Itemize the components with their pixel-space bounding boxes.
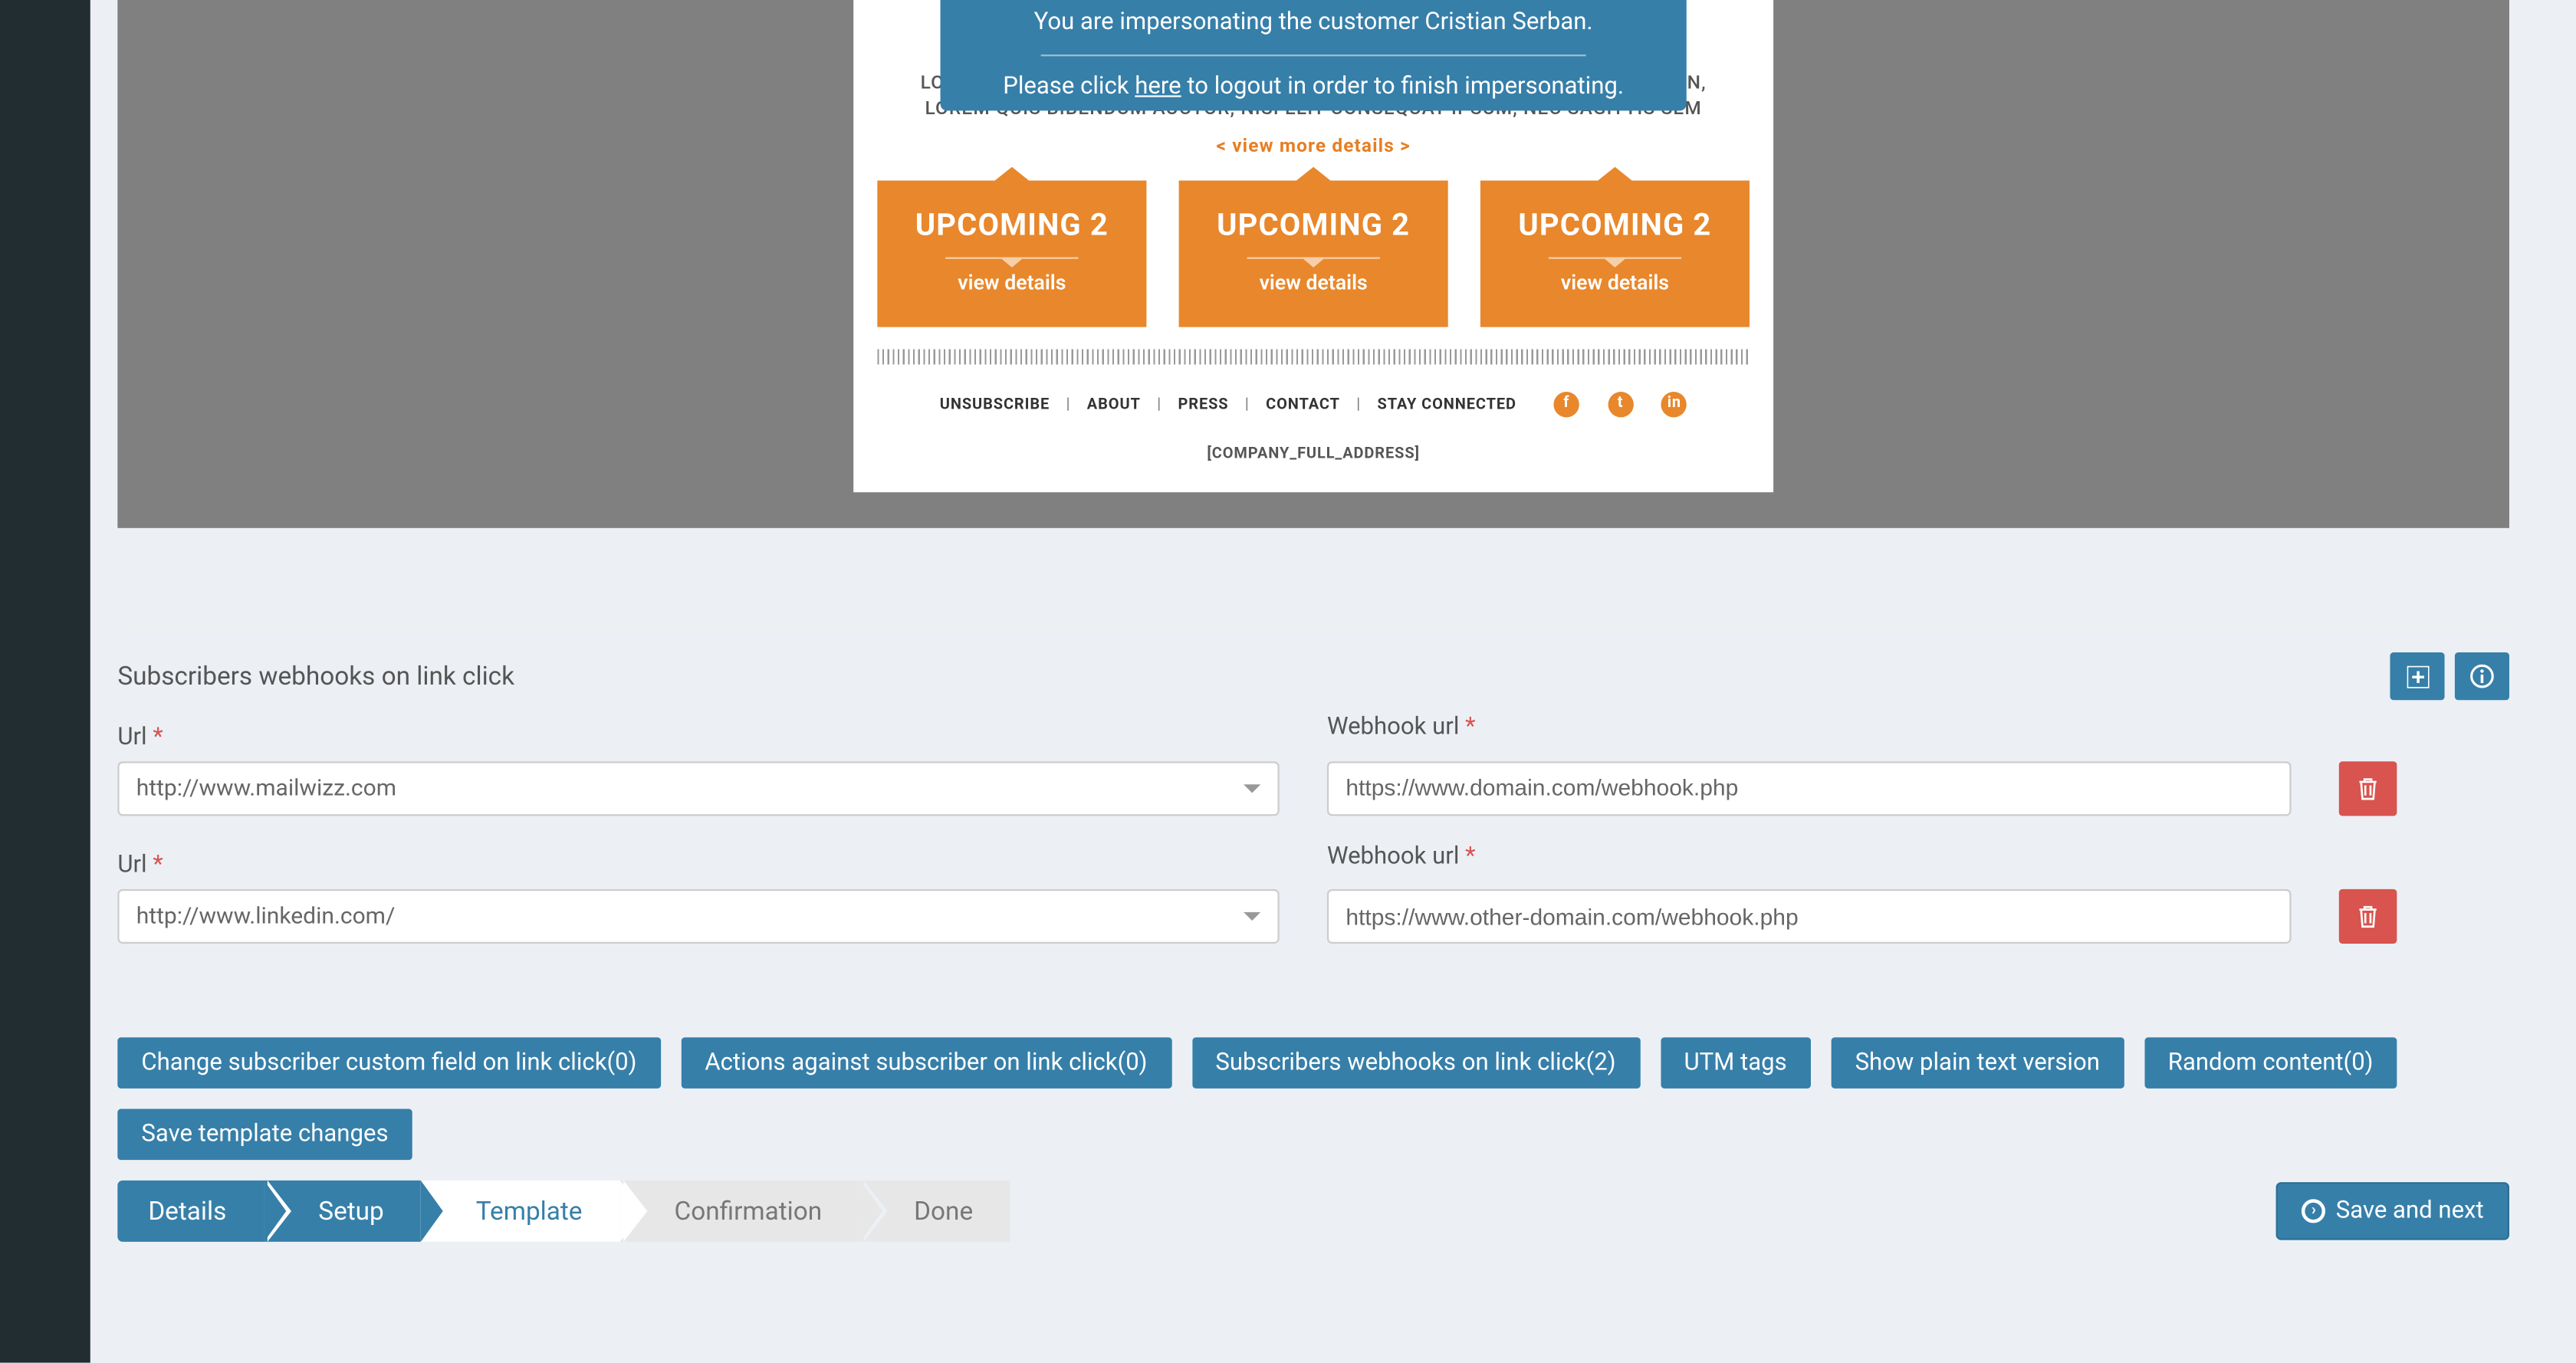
wizard-step-confirmation[interactable]: Confirmation <box>619 1181 859 1242</box>
arrow-right-icon: › <box>2302 1199 2325 1223</box>
impersonation-line2-prefix: Please click <box>1003 73 1135 100</box>
show-plain-text-button[interactable]: Show plain text version <box>1831 1037 2124 1089</box>
section-header: Subscribers webhooks on link click <box>117 652 2509 700</box>
view-more-details[interactable]: < view more details > <box>888 133 1740 159</box>
utm-tags-button[interactable]: UTM tags <box>1660 1037 1810 1089</box>
webhook-row: Url * http://www.mailwizz.com Webhook ur… <box>117 714 2509 815</box>
upcoming-card[interactable]: UPCOMING 2 view details <box>1480 181 1750 327</box>
random-content-button[interactable]: Random content(0) <box>2144 1037 2397 1089</box>
upcoming-card[interactable]: UPCOMING 2 view details <box>877 181 1146 327</box>
webhook-url-label: Webhook url * <box>1327 714 2292 741</box>
upcoming-card[interactable]: UPCOMING 2 view details <box>1179 181 1448 327</box>
url-label: Url * <box>117 723 1279 750</box>
actions-against-subscriber-button[interactable]: Actions against subscriber on link click… <box>681 1037 1171 1089</box>
section-title: Subscribers webhooks on link click <box>117 661 514 691</box>
contact-link[interactable]: CONTACT <box>1266 396 1340 413</box>
impersonation-line2-suffix: to logout in order to finish impersonati… <box>1181 73 1624 100</box>
save-and-next-button[interactable]: › Save and next <box>2276 1182 2509 1240</box>
url-select[interactable]: http://www.mailwizz.com <box>117 760 1279 815</box>
delete-row-button[interactable] <box>2339 760 2397 815</box>
chevron-down-icon <box>1244 912 1260 921</box>
url-select[interactable]: http://www.linkedin.com/ <box>117 889 1279 944</box>
divider-hatch <box>877 350 1750 365</box>
impersonation-banner: You are impersonating the customer Crist… <box>941 0 1687 110</box>
template-preview-area: You are impersonating the customer Crist… <box>117 0 2509 528</box>
delete-row-button[interactable] <box>2339 889 2397 944</box>
chevron-down-icon <box>1244 783 1260 792</box>
webhook-url-input[interactable] <box>1327 889 2292 944</box>
wizard-row: Details Setup Template Confirmation Done… <box>117 1181 2509 1242</box>
info-button[interactable] <box>2455 652 2509 700</box>
company-address-tag: [COMPANY_FULL_ADDRESS] <box>853 446 1773 463</box>
facebook-icon[interactable]: f <box>1554 392 1579 417</box>
about-link[interactable]: ABOUT <box>1087 396 1141 413</box>
subscribers-webhooks-button[interactable]: Subscribers webhooks on link click(2) <box>1191 1037 1639 1089</box>
url-label: Url * <box>117 852 1279 879</box>
left-sidebar <box>0 0 90 1363</box>
webhook-row: Url * http://www.linkedin.com/ Webhook u… <box>117 842 2509 944</box>
info-icon <box>2470 665 2494 688</box>
unsubscribe-link[interactable]: UNSUBSCRIBE <box>940 396 1050 413</box>
trash-icon <box>2358 776 2378 800</box>
plus-icon <box>2407 665 2429 688</box>
email-footer-links: UNSUBSCRIBE | ABOUT | PRESS | CONTACT | … <box>853 392 1773 417</box>
impersonation-line1: You are impersonating the customer Crist… <box>1034 8 1593 36</box>
wizard-step-details[interactable]: Details <box>117 1181 264 1242</box>
upcoming-cards: UPCOMING 2 view details UPCOMING 2 view … <box>877 181 1750 327</box>
twitter-icon[interactable]: t <box>1608 392 1633 417</box>
wizard-steps: Details Setup Template Confirmation Done <box>117 1181 1010 1242</box>
save-template-changes-button[interactable]: Save template changes <box>117 1109 412 1161</box>
logout-link[interactable]: here <box>1135 73 1181 100</box>
stay-connected: STAY CONNECTED <box>1378 396 1516 413</box>
trash-icon <box>2358 905 2378 928</box>
wizard-step-template[interactable]: Template <box>422 1181 620 1242</box>
webhook-url-label: Webhook url * <box>1327 842 2292 870</box>
linkedin-icon[interactable]: in <box>1661 392 1687 417</box>
change-custom-field-button[interactable]: Change subscriber custom field on link c… <box>117 1037 660 1089</box>
webhook-url-input[interactable] <box>1327 760 2292 815</box>
main-content: You are impersonating the customer Crist… <box>117 0 2509 1363</box>
press-link[interactable]: PRESS <box>1178 396 1228 413</box>
action-buttons-row: Change subscriber custom field on link c… <box>117 1037 2509 1089</box>
add-row-button[interactable] <box>2390 652 2444 700</box>
